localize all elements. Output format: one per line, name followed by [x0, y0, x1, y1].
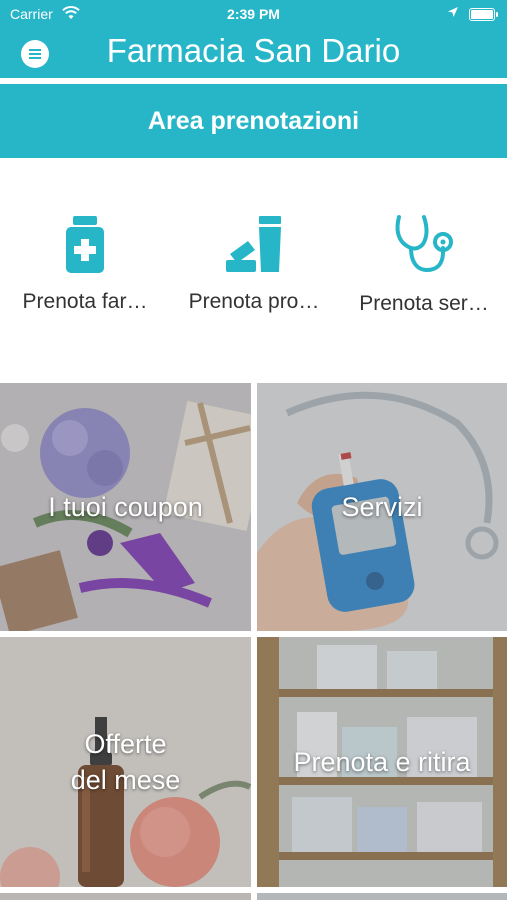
book-services-button[interactable]: Prenota ser… — [340, 214, 507, 324]
coupons-tile[interactable]: I tuoi coupon — [0, 383, 251, 631]
location-arrow-icon — [447, 5, 459, 21]
battery-icon — [469, 8, 498, 21]
status-bar: Carrier 2:39 PM — [0, 0, 507, 28]
nav-bar: Farmacia San Dario — [0, 28, 507, 78]
next-tile-left — [0, 893, 251, 900]
book-medicine-button[interactable]: Prenota far… — [1, 214, 169, 324]
section-header: Area prenotazioni — [0, 84, 507, 158]
book-products-label: Prenota pro… — [188, 290, 320, 313]
book-products-button[interactable]: Prenota pro… — [170, 214, 338, 324]
coupons-tile-title: I tuoi coupon — [48, 492, 203, 522]
book-medicine-label: Prenota far… — [22, 290, 148, 313]
booking-shortcuts: Prenota far… Prenota pro… Prenota ser… — [0, 158, 507, 380]
monthly-offers-tile[interactable]: Offerte del mese — [0, 637, 251, 887]
reserve-pickup-tile[interactable]: Prenota e ritira — [257, 637, 507, 887]
services-tile-title: Servizi — [341, 492, 423, 522]
clock: 2:39 PM — [227, 6, 280, 22]
medicine-bottle-icon — [66, 216, 104, 273]
monthly-offers-title-line1: Offerte — [84, 729, 167, 759]
next-tile-right — [257, 893, 507, 900]
services-tile[interactable]: Servizi — [257, 383, 507, 631]
monthly-offers-title-line2: del mese — [70, 765, 181, 795]
reserve-pickup-tile-title: Prenota e ritira — [293, 747, 471, 777]
stethoscope-icon — [395, 215, 453, 273]
app-title: Farmacia San Dario — [106, 32, 401, 69]
monthly-offers-tile-title: Offerte del mese — [0, 726, 251, 798]
cosmetics-icon — [226, 216, 281, 272]
book-services-label: Prenota ser… — [359, 292, 489, 315]
